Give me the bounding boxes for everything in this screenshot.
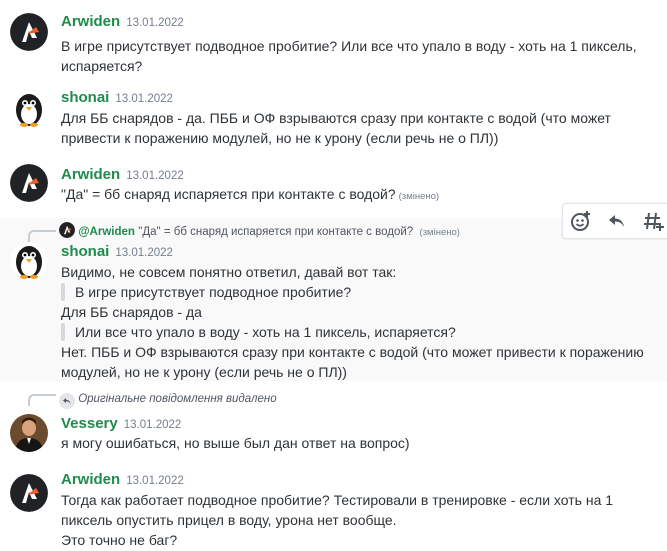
reply-text: "Да" = бб снаряд испаряется при контакте… (138, 226, 414, 238)
reply-connector (28, 230, 56, 242)
arwiden-logo-icon (10, 164, 48, 202)
author-name[interactable]: Arwiden (61, 166, 120, 183)
block-quote: Или все что упало в воду - хоть на 1 пик… (61, 322, 657, 342)
block-quote: В игре присутствует подводное пробитие? (61, 282, 657, 302)
avatar[interactable] (10, 414, 48, 452)
author-name[interactable]: Arwiden (61, 471, 120, 488)
avatar[interactable] (10, 242, 48, 280)
timestamp: 13.01.2022 (126, 170, 184, 182)
message-text: Для ББ снарядов - да. ПББ и ОФ взрываютс… (61, 110, 611, 146)
timestamp: 13.01.2022 (123, 419, 182, 431)
penguin-icon (10, 242, 48, 280)
message-1[interactable]: Arwiden 13.01.2022 В игре присутствует по… (0, 0, 667, 80)
reply-connector (28, 394, 56, 406)
message-text: Тогда как работает подводное пробитие? Т… (61, 492, 614, 528)
reply-preview[interactable]: @Arwiden "Да" = бб снаряд испаряется при… (59, 222, 460, 240)
reply-author[interactable]: @Arwiden (78, 226, 135, 238)
message-text: я могу ошибаться, но выше был дан ответ … (61, 435, 410, 451)
edited-marker: (змінено) (398, 191, 440, 202)
reply-preview: Оригінальне повідомлення видалено (59, 393, 277, 411)
user-photo-icon (10, 414, 48, 452)
timestamp: 13.01.2022 (126, 17, 184, 29)
avatar[interactable] (10, 13, 48, 51)
author-name[interactable]: shonai (61, 89, 109, 106)
reply-icon (59, 393, 75, 409)
deleted-original-notice: Оригінальне повідомлення видалено (78, 393, 277, 405)
author-name[interactable]: Arwiden (61, 13, 120, 30)
author-name[interactable]: Vessery (61, 415, 118, 432)
message-text: Для ББ снарядов - да (61, 304, 202, 320)
message-text: Видимо, не совсем понятно ответил, давай… (61, 264, 397, 280)
avatar[interactable] (10, 90, 48, 128)
message-text: "Да" = бб снаряд испаряется при контакте… (61, 186, 396, 202)
message-text: Нет. ПББ и ОФ взрываются сразу при конта… (61, 344, 644, 380)
message-text: Это точно не баг? (61, 532, 178, 548)
arwiden-logo-icon (59, 222, 75, 238)
timestamp: 13.01.2022 (126, 475, 184, 487)
message-4[interactable]: @Arwiden "Да" = бб снаряд испаряется при… (0, 218, 667, 381)
arwiden-logo-icon (10, 474, 48, 512)
message-6[interactable]: Arwiden 13.01.2022 Тогда как работает под… (0, 461, 667, 551)
arwiden-logo-icon (10, 13, 48, 51)
message-text: В игре присутствует подводное пробитие? … (61, 38, 637, 74)
author-name[interactable]: shonai (61, 243, 109, 260)
penguin-icon (10, 90, 48, 128)
message-2[interactable]: shonai 13.01.2022 Для ББ снарядов - да. П… (0, 80, 667, 160)
timestamp: 13.01.2022 (115, 93, 173, 105)
timestamp: 13.01.2022 (115, 247, 173, 259)
avatar[interactable] (10, 164, 48, 202)
avatar[interactable] (10, 474, 48, 512)
message-5[interactable]: Оригінальне повідомлення видалено Vesser… (0, 381, 667, 461)
reply-edited-marker: (змінено) (419, 227, 460, 238)
